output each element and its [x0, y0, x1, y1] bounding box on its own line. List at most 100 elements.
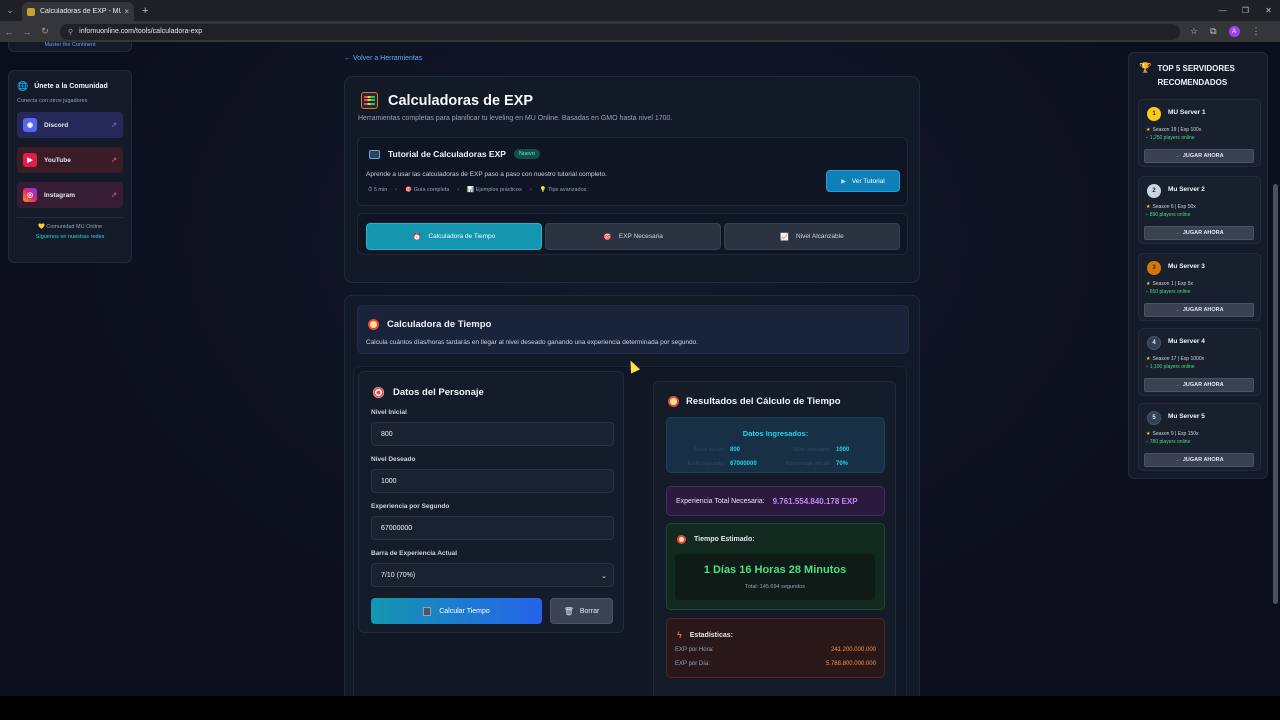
nivel-deseado-input[interactable]: 1000 — [371, 469, 614, 493]
tab-title: Calculadoras de EXP - MU Onl — [40, 8, 122, 15]
play-now-button[interactable]: → JUGAR AHORA — [1144, 226, 1254, 240]
arrow-icon: → — [1174, 153, 1180, 159]
forward-icon[interactable]: → — [18, 27, 36, 37]
new-badge: Nuevo — [513, 149, 540, 159]
back-to-tools-link[interactable]: ← Volver a Herramientas — [344, 55, 422, 62]
server-info: Season 1 | Exp 5x — [1152, 281, 1193, 287]
tab-label: Calculadora de Tiempo — [428, 233, 496, 240]
alarm-clock-icon — [668, 396, 679, 407]
players-icon: ▪ — [1146, 364, 1148, 370]
star-icon: ★ — [1146, 127, 1151, 133]
play-now-label: JUGAR AHORA — [1182, 382, 1224, 388]
medal-icon: 2 — [1147, 184, 1161, 198]
tutorial-icon — [369, 149, 380, 159]
datum-value: 1000 — [836, 447, 850, 453]
server-card: 5 Mu Server 5 ★ Season 9 | Exp 150x ▪ 780 pla… — [1138, 403, 1261, 471]
server-name: MU Server 1 — [1168, 109, 1206, 116]
abacus-icon — [361, 92, 378, 109]
play-now-label: JUGAR AHORA — [1182, 457, 1224, 463]
arrow-icon: → — [1174, 230, 1180, 236]
youtube-link[interactable]: ▶ YouTube ↗ — [17, 147, 123, 173]
estimated-time-value: 1 Días 16 Horas 28 Minutos — [703, 564, 847, 576]
tab-search-icon[interactable]: ⌄ — [0, 0, 20, 21]
globe-icon: 🌐 — [17, 81, 29, 91]
tab-calculadora-tiempo[interactable]: ⏰ Calculadora de Tiempo — [366, 223, 542, 250]
borrar-button[interactable]: 🗑 Borrar — [550, 598, 613, 624]
meta-tips: 💡 Tips avanzados — [539, 187, 587, 193]
instagram-link[interactable]: ◎ Instagram ↗ — [17, 182, 123, 208]
tab-label: EXP Necesaria — [618, 233, 663, 240]
bookmark-star-icon[interactable]: ☆ — [1190, 26, 1198, 37]
instagram-icon: ◎ — [23, 188, 37, 202]
server-info: Season 17 | Exp 1000x — [1152, 356, 1205, 362]
youtube-icon: ▶ — [23, 153, 37, 167]
lightning-icon: ϟ — [677, 630, 682, 640]
back-icon[interactable]: ← — [0, 27, 18, 37]
new-tab-icon[interactable]: + — [142, 5, 148, 17]
external-link-icon: ↗ — [111, 122, 117, 129]
page-scrollbar[interactable] — [1273, 184, 1278, 604]
close-window-icon[interactable]: ✕ — [1257, 0, 1280, 21]
alarm-clock-icon — [368, 319, 379, 330]
play-now-button[interactable]: → JUGAR AHORA — [1144, 303, 1254, 317]
extensions-icon[interactable]: ⧉ — [1210, 26, 1216, 37]
datum-key: EXP/segundo: — [687, 461, 725, 467]
players-icon: ▪ — [1146, 439, 1148, 445]
exp-por-segundo-input[interactable]: 67000000 — [371, 516, 614, 540]
label-barra-exp: Barra de Experiencia Actual — [371, 550, 458, 557]
play-now-button[interactable]: → JUGAR AHORA — [1144, 149, 1254, 163]
play-now-button[interactable]: → JUGAR AHORA — [1144, 453, 1254, 467]
community-title: Únete a la Comunidad — [34, 83, 108, 90]
chevron-down-icon: ⌄ — [601, 573, 607, 580]
stat-key: EXP por Día: — [675, 661, 710, 667]
servers-title-line1: TOP 5 SERVIDORES — [1157, 64, 1235, 73]
total-exp-label: Experiencia Total Necesaria: — [676, 497, 765, 505]
community-subtitle: Conecta con otros jugadores — [17, 98, 88, 104]
star-icon: ★ — [1146, 356, 1151, 362]
server-info: Season 9 | Exp 150x — [1152, 431, 1199, 437]
server-card: 1 MU Server 1 ★ Season 19 | Exp 100x ▪ 1,250 … — [1138, 99, 1261, 167]
site-info-icon[interactable]: ⚲ — [68, 28, 73, 36]
play-now-button[interactable]: → JUGAR AHORA — [1144, 378, 1254, 392]
reload-icon[interactable]: ↻ — [36, 26, 54, 37]
label-nivel-inicial: Nivel Inicial — [371, 409, 407, 416]
view-tutorial-label: Ver Tutorial — [851, 177, 885, 185]
play-now-label: JUGAR AHORA — [1182, 153, 1224, 159]
tab-nivel-alcanzable[interactable]: 📈 Nivel Alcanzable — [724, 223, 900, 250]
stats-label: Estadísticas: — [689, 631, 733, 639]
bottom-bar — [0, 696, 1280, 720]
page-title: Calculadoras de EXP — [388, 92, 534, 109]
trash-icon: 🗑 — [563, 606, 574, 616]
close-tab-icon[interactable]: × — [124, 7, 129, 16]
browser-tab-bar: ⌄ Calculadoras de EXP - MU Onl × + — ❐ ✕ — [0, 0, 1280, 21]
browser-menu-icon[interactable]: ⋮ — [1252, 26, 1261, 37]
play-icon: ▶ — [841, 178, 846, 185]
estimated-time-display: 1 Días 16 Horas 28 Minutos Total: 145.69… — [675, 554, 875, 600]
discord-link[interactable]: ◉ Discord ↗ — [17, 112, 123, 138]
profile-avatar[interactable]: A — [1228, 26, 1240, 37]
url-field[interactable]: ⚲ infomuonline.com/tools/calculadora-exp — [60, 23, 1180, 40]
calculator-title: Calculadora de Tiempo — [387, 319, 492, 330]
browser-tab[interactable]: Calculadoras de EXP - MU Onl × — [22, 2, 134, 21]
favicon-icon — [27, 7, 35, 16]
stats-box: ϟ Estadísticas: EXP por Hora: 241.200.00… — [666, 618, 885, 678]
datum-value: 800 — [730, 447, 741, 453]
tab-exp-necesaria[interactable]: 🎯 EXP Necesaria — [545, 223, 721, 250]
star-icon: ★ — [1146, 431, 1151, 437]
alarm-clock-icon: ⏰ — [412, 233, 422, 241]
stat-value: 241.200.000.000 — [830, 647, 876, 653]
stat-row: EXP por Día: 5.788.800.000.000 — [675, 661, 876, 667]
server-card: 2 Mu Server 2 ★ Season 6 | Exp 50x ▪ 890 play… — [1138, 176, 1261, 244]
follow-link[interactable]: Síguenos en nuestras redes — [17, 234, 123, 240]
youtube-label: YouTube — [44, 156, 71, 164]
header-card: Calculadoras de EXP Herramientas complet… — [344, 76, 920, 283]
server-card: 4 Mu Server 4 ★ Season 17 | Exp 1000x ▪ 1,100… — [1138, 328, 1261, 396]
calcular-tiempo-button[interactable]: Calcular Tiempo — [371, 598, 542, 624]
nivel-inicial-input[interactable]: 800 — [371, 422, 614, 446]
instagram-label: Instagram — [44, 191, 76, 199]
view-tutorial-button[interactable]: ▶ Ver Tutorial — [826, 170, 900, 192]
maximize-icon[interactable]: ❐ — [1234, 0, 1257, 21]
barra-exp-select[interactable]: 7/10 (70%) ⌄ — [371, 563, 614, 587]
minimize-icon[interactable]: — — [1211, 0, 1234, 21]
datum-key: Porcentaje inicial: — [785, 461, 831, 467]
